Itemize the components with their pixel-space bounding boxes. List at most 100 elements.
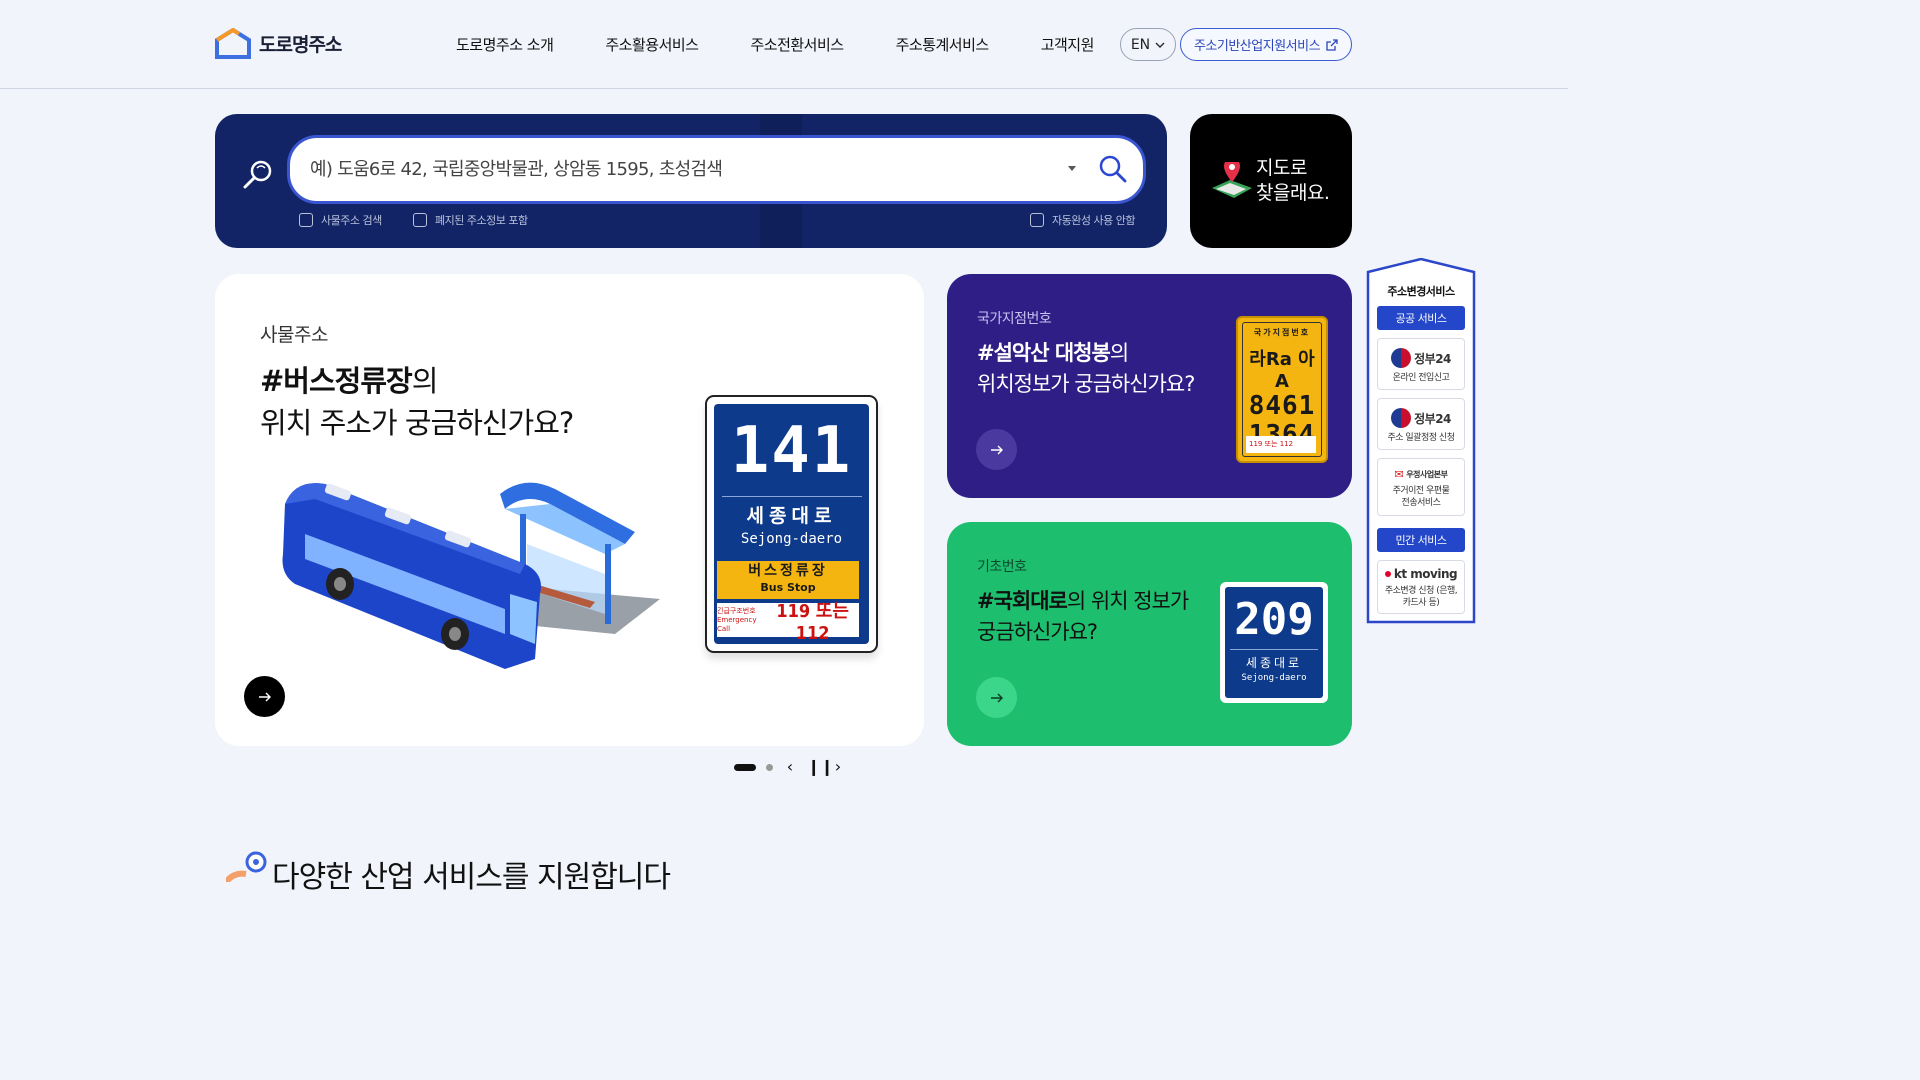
- main-banner-arrow-button[interactable]: [244, 676, 285, 717]
- private-service-tag: 민간 서비스: [1377, 528, 1465, 552]
- plate-line1: 8461: [1248, 391, 1316, 421]
- banner-title-highlight: #버스정류장: [260, 364, 413, 398]
- gov24-logo-icon: [1391, 408, 1412, 428]
- carousel-controls: ‹ ❙❙ ›: [734, 758, 845, 776]
- postal-logo-icon: ✉: [1394, 468, 1404, 481]
- gov24-logo-icon: [1391, 348, 1412, 368]
- sign-divider: [721, 496, 862, 497]
- sign-stop-label: 버스정류장 Bus Stop: [717, 561, 859, 599]
- site-logo[interactable]: 도로명주소: [215, 28, 342, 59]
- sign-road-kr: 세종대로: [1245, 656, 1303, 670]
- plate-footer: 119 또는 112: [1246, 436, 1316, 453]
- object-address-label: 사물주소 검색: [321, 214, 382, 227]
- brand-name: kt moving: [1393, 567, 1458, 581]
- sign-face: 209 세종대로 Sejong-daero: [1225, 587, 1323, 698]
- banner-title-rest: 의: [411, 364, 439, 398]
- arrow-right-icon: [990, 693, 1003, 702]
- brand-name: 정부24: [1414, 411, 1451, 426]
- map-search-text: 지도로 찾을래요.: [1256, 156, 1330, 206]
- sign-divider: [1230, 649, 1318, 650]
- emergency-label-kr: 긴급구조번호: [717, 606, 756, 615]
- main-banner[interactable]: 사물주소 #버스정류장의 위치 주소가 궁금하신가요? 141 세종대로 Sej: [215, 274, 924, 746]
- checkbox-box[interactable]: [1030, 213, 1044, 227]
- banner-kicker: 국가지점번호: [977, 311, 1052, 327]
- industry-support-label: 주소기반산업지원서비스: [1193, 39, 1321, 54]
- plate-letters: 라Ra 아A: [1249, 349, 1315, 392]
- service-brand: kt moving: [1378, 567, 1464, 581]
- map-search-button[interactable]: 지도로 찾을래요.: [1190, 114, 1352, 248]
- plate-header: 국가지점번호: [1253, 328, 1311, 337]
- search-input[interactable]: [310, 138, 1050, 201]
- service-desc: 주거이전 우편물 전송서비스: [1392, 486, 1450, 508]
- checkbox-box[interactable]: [413, 213, 427, 227]
- industry-support-link[interactable]: 주소기반산업지원서비스: [1180, 28, 1352, 61]
- service-brand: ✉ 우정사업본부: [1378, 468, 1464, 481]
- carousel-dot[interactable]: [766, 763, 773, 771]
- nav-item-intro[interactable]: 도로명주소 소개: [456, 34, 554, 55]
- bus-stop-sign: 141 세종대로 Sejong-daero 버스정류장 Bus Stop 긴급구…: [705, 395, 878, 653]
- nav-item-support[interactable]: 고객지원: [1041, 34, 1095, 55]
- service-desc: 주소 일괄정정 신청: [1387, 433, 1455, 443]
- sign-road-en: Sejong-daero: [740, 531, 843, 547]
- panel-title: 주소변경서비스: [1387, 285, 1455, 298]
- kt-logo-icon: [1384, 571, 1391, 577]
- sign-stop-en: Bus Stop: [760, 581, 816, 594]
- service-brand: 정부24: [1378, 348, 1464, 368]
- national-point-banner[interactable]: 국가지점번호 #설악산 대청봉의 위치정보가 궁금하신가요? 국가지점번호 라R…: [947, 274, 1352, 498]
- autocomplete-off-checkbox[interactable]: 자동완성 사용 안함: [1030, 212, 1135, 228]
- search-history-dropdown-icon[interactable]: [1068, 166, 1076, 171]
- search-icon[interactable]: [1098, 154, 1128, 184]
- service-desc: 온라인 전입신고: [1392, 373, 1450, 383]
- carousel-prev-icon[interactable]: ‹: [783, 758, 797, 776]
- map-search-line2: 찾을래요.: [1256, 182, 1330, 204]
- carousel-next-icon[interactable]: ›: [831, 758, 845, 776]
- language-selector[interactable]: EN: [1120, 28, 1176, 61]
- service-desc: 주소변경 신청 (은행,카드사 등): [1384, 586, 1458, 608]
- banner-title: #국회대로의 위치 정보가 궁금하신가요?: [977, 586, 1189, 648]
- banner-title: #설악산 대청봉의 위치정보가 궁금하신가요?: [977, 338, 1195, 400]
- emergency-label-en: Emergency Call: [717, 615, 757, 633]
- magnifier-icon: [243, 160, 272, 189]
- language-label: EN: [1130, 36, 1151, 53]
- logo-text: 도로명주소: [259, 34, 342, 56]
- banner-title-line2: 궁금하신가요?: [977, 620, 1098, 644]
- section-title: 다양한 산업 서비스를 지원합니다: [272, 860, 671, 895]
- map-pin-icon: [1212, 162, 1252, 198]
- nav-item-statistics[interactable]: 주소통계서비스: [896, 34, 990, 55]
- house-logo-icon: [215, 28, 251, 59]
- sign-road-en: Sejong-daero: [1241, 673, 1307, 683]
- nav-item-usage[interactable]: 주소활용서비스: [605, 34, 699, 55]
- include-abolished-checkbox[interactable]: 폐지된 주소정보 포함: [413, 212, 528, 228]
- service-brand: 정부24: [1378, 408, 1464, 428]
- banner-kicker: 기초번호: [977, 559, 1027, 575]
- basic-number-sign: 209 세종대로 Sejong-daero: [1220, 582, 1328, 703]
- chevron-down-icon: [1155, 41, 1165, 48]
- postal-forwarding-link[interactable]: ✉ 우정사업본부 주거이전 우편물 전송서비스: [1377, 458, 1465, 516]
- address-change-panel: 주소변경서비스 공공 서비스 정부24 온라인 전입신고 정부24 주소 일괄정…: [1366, 258, 1476, 625]
- carousel-pause-icon[interactable]: ❙❙: [807, 758, 834, 776]
- national-banner-arrow-button[interactable]: [976, 429, 1017, 470]
- arrow-right-icon: [990, 445, 1003, 454]
- sign-number: 141: [730, 414, 853, 488]
- bus-and-shelter-illustration: [282, 482, 660, 669]
- carousel-dot-active[interactable]: [734, 763, 756, 771]
- object-address-checkbox[interactable]: 사물주소 검색: [299, 212, 382, 228]
- gov24-bulk-correction-link[interactable]: 정부24 주소 일괄정정 신청: [1377, 398, 1465, 450]
- banner-title-highlight: #국회대로: [977, 589, 1068, 613]
- basic-number-banner[interactable]: 기초번호 #국회대로의 위치 정보가 궁금하신가요? 209 세종대로 Sejo…: [947, 522, 1352, 746]
- map-search-line1: 지도로: [1256, 157, 1307, 179]
- nav-item-conversion[interactable]: 주소전환서비스: [750, 34, 844, 55]
- gov24-move-in-link[interactable]: 정부24 온라인 전입신고: [1377, 338, 1465, 390]
- gear-hand-icon: [226, 851, 267, 882]
- sign-emergency-label: 긴급구조번호 Emergency Call: [717, 607, 762, 634]
- sign-stop-kr: 버스정류장: [748, 563, 828, 579]
- basic-banner-arrow-button[interactable]: [976, 677, 1017, 718]
- banner-title-rest: 의: [1109, 341, 1129, 365]
- kt-moving-link[interactable]: kt moving 주소변경 신청 (은행,카드사 등): [1377, 560, 1465, 614]
- main-nav: 도로명주소 소개 주소활용서비스 주소전환서비스 주소통계서비스 고객지원: [456, 34, 1146, 55]
- sign-number: 209: [1234, 594, 1314, 645]
- include-abolished-label: 폐지된 주소정보 포함: [435, 214, 528, 227]
- checkbox-box[interactable]: [299, 213, 313, 227]
- sign-emergency: 긴급구조번호 Emergency Call 119 또는 112: [717, 601, 859, 644]
- sign-road-kr: 세종대로: [746, 505, 837, 527]
